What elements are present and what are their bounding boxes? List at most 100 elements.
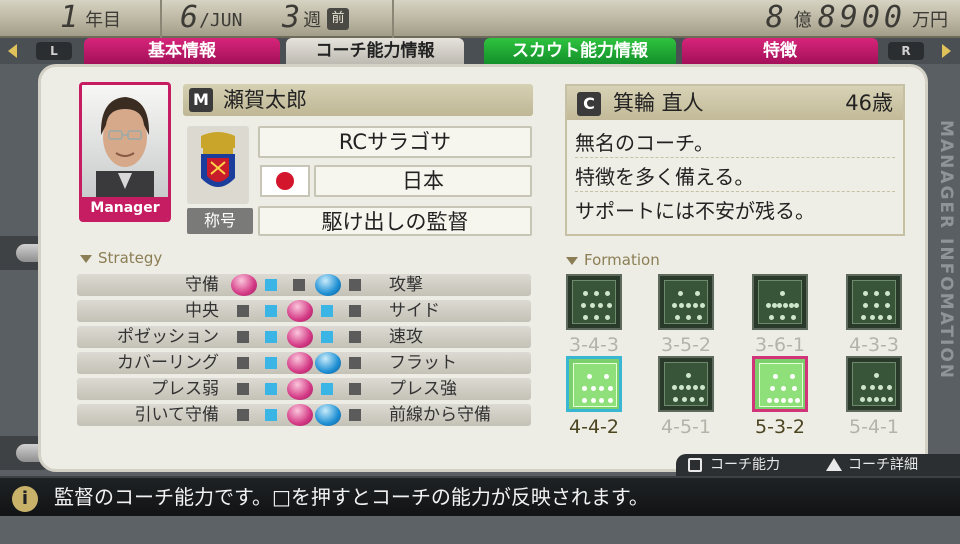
coach-desc-line: 特徴を多く備える。 <box>575 162 895 192</box>
manager-setting-marker <box>231 274 257 296</box>
formation-player-dot <box>582 315 588 320</box>
side-label: MANAGER INFOMATION <box>936 120 956 381</box>
formation-card[interactable] <box>846 356 902 412</box>
manager-setting-marker <box>287 326 313 348</box>
formation-label: 3-6-1 <box>755 334 805 356</box>
formation-player-dot <box>607 386 613 391</box>
formation-card[interactable] <box>566 356 622 412</box>
strategy-row[interactable]: 引いて守備 前線から守備 <box>77 404 531 426</box>
formation-player-dot <box>686 385 691 390</box>
tab-basic-info[interactable]: 基本情報 <box>84 38 280 64</box>
strategy-left-label: カバーリング <box>117 353 219 373</box>
formation-player-dot <box>787 398 793 403</box>
formation-player-dot <box>582 398 588 403</box>
formation-player-dot <box>594 291 599 296</box>
coach-info-box: C 箕輪 直人 46歳 無名のコーチ。 特徴を多く備える。 サポートには不安が残… <box>565 84 905 236</box>
week-phase-badge: 前 <box>327 8 350 30</box>
tab-scout-ability[interactable]: スカウト能力情報 <box>484 38 676 64</box>
formation-player-dot <box>692 385 698 390</box>
year-number: 1 <box>60 0 80 35</box>
funds-display: 8 億 8900 万円 <box>766 2 948 34</box>
strategy-row[interactable]: ポゼッション 速攻 <box>77 326 531 348</box>
formation-card[interactable] <box>658 356 714 412</box>
formation-player-dot <box>768 315 774 320</box>
formation-player-dot <box>690 397 696 402</box>
formation-player-dot <box>886 385 892 390</box>
info-icon: i <box>12 486 38 512</box>
formation-player-dot <box>869 315 875 320</box>
formation-player-dot <box>789 374 795 379</box>
strategy-row[interactable]: プレス弱 プレス強 <box>77 378 531 400</box>
right-arrow-icon[interactable] <box>942 44 951 58</box>
tab-traits[interactable]: 特徴 <box>682 38 878 64</box>
strategy-step-marker <box>321 331 333 343</box>
coach-setting-marker <box>315 274 341 296</box>
month-number: 6 <box>180 0 200 35</box>
week-unit: 週 <box>303 10 322 31</box>
formation-player-dot <box>590 386 596 391</box>
formation-player-dot <box>765 303 771 308</box>
strategy-right-label: 攻撃 <box>389 275 423 295</box>
strategy-right-label: 前線から守備 <box>389 405 491 425</box>
formation-card[interactable] <box>752 274 808 330</box>
coach-desc-line: 無名のコーチ。 <box>575 128 895 158</box>
formation-player-dot <box>586 374 592 379</box>
strategy-step-marker <box>265 409 277 421</box>
manager-face-icon <box>96 97 154 197</box>
square-hint-label[interactable]: コーチ能力 <box>710 454 780 476</box>
strategy-right-label: フラット <box>389 353 457 373</box>
formation-player-dot <box>861 315 867 320</box>
formation-player-dot <box>780 291 785 296</box>
coach-header: C 箕輪 直人 46歳 <box>567 86 903 120</box>
strategy-left-label: 引いて守備 <box>134 405 220 425</box>
manager-portrait: Manager <box>79 82 171 222</box>
strategy-step-marker <box>349 357 361 369</box>
strategy-row[interactable]: カバーリング フラット <box>77 352 531 374</box>
formation-player-dot <box>887 397 893 402</box>
triangle-hint-label[interactable]: コーチ詳細 <box>848 454 918 476</box>
coach-name: 箕輪 直人 <box>613 91 704 115</box>
portrait-label: Manager <box>82 197 168 219</box>
title-tag: 称号 <box>187 208 253 234</box>
formation-player-dot <box>771 303 777 308</box>
formation-player-dot <box>781 386 786 391</box>
strategy-right-label: 速攻 <box>389 327 423 347</box>
strategy-row[interactable]: 守備 攻撃 <box>77 274 531 296</box>
formation-player-dot <box>861 385 867 390</box>
formation-player-dot <box>791 315 797 320</box>
formation-player-dot <box>869 385 875 390</box>
formation-player-dot <box>867 397 873 402</box>
formation-card[interactable] <box>658 274 714 330</box>
manager-badge: M <box>189 88 213 112</box>
tab-coach-ability[interactable]: コーチ能力情報 <box>286 38 464 64</box>
formation-player-dot <box>699 385 705 390</box>
left-arrow-icon[interactable] <box>8 44 17 58</box>
manager-title: 駆け出しの監督 <box>258 206 532 236</box>
formation-card[interactable] <box>752 356 808 412</box>
formation-player-dot <box>885 303 891 308</box>
strategy-row[interactable]: 中央 サイド <box>77 300 531 322</box>
help-text: 監督のコーチ能力です。□を押すとコーチの能力が反映されます。 <box>54 485 649 509</box>
strategy-left-label: 守備 <box>185 275 219 295</box>
square-button-icon <box>688 458 702 472</box>
formation-card[interactable] <box>846 274 902 330</box>
month-display: 6 /JUN <box>180 2 242 34</box>
formation-label: 3-4-3 <box>569 334 619 356</box>
l-button[interactable]: L <box>36 42 72 60</box>
formation-player-dot <box>672 303 678 308</box>
help-bar: i 監督のコーチ能力です。□を押すとコーチの能力が反映されます。 <box>0 476 960 516</box>
formation-label: 5-3-2 <box>755 416 805 438</box>
formation-player-dot <box>603 374 609 379</box>
year-unit: 年目 <box>85 10 122 31</box>
formation-player-dot <box>772 374 778 379</box>
formation-player-dot <box>880 397 886 402</box>
manager-name-bar: M 瀬賀太郎 <box>183 84 533 116</box>
funds-oku: 8 <box>765 0 788 35</box>
r-button[interactable]: R <box>888 42 924 60</box>
formation-card[interactable] <box>566 274 622 330</box>
formation-player-dot <box>582 291 588 296</box>
formation-player-dot <box>777 303 783 308</box>
strategy-step-marker <box>349 305 361 317</box>
month-name: /JUN <box>199 10 243 31</box>
formation-player-dot <box>681 397 687 402</box>
